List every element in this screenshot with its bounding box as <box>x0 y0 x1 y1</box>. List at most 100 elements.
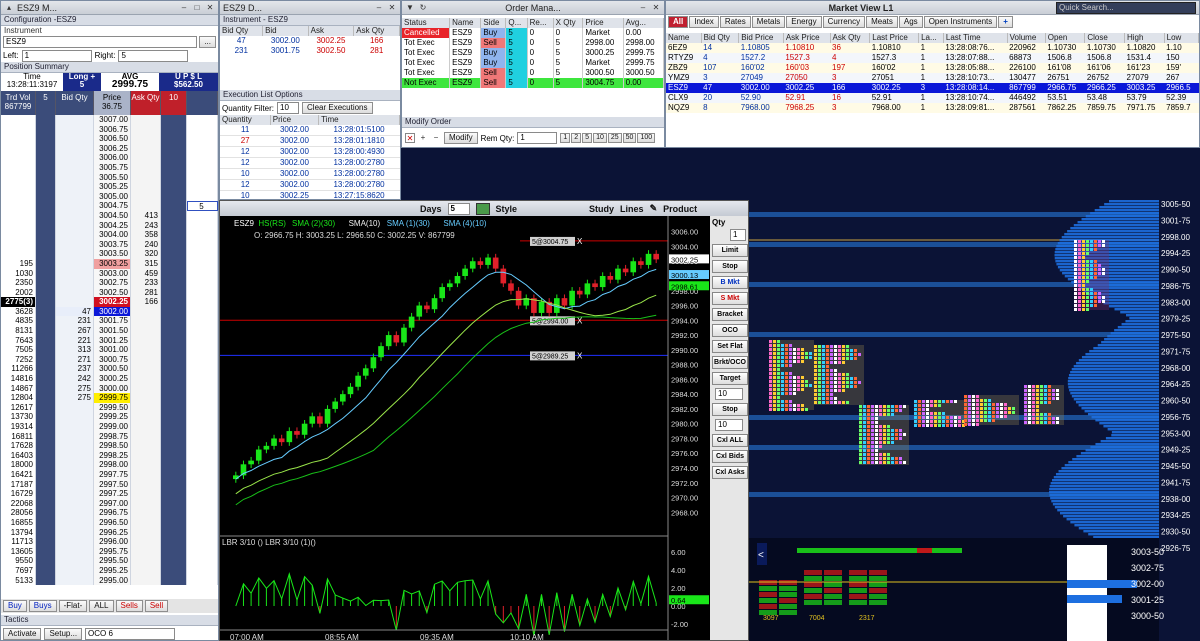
candle-body[interactable] <box>439 287 445 299</box>
ladder-right-cell[interactable] <box>161 460 187 470</box>
side-order-button[interactable]: S Mkt <box>712 292 748 305</box>
ladder-ask-cell[interactable] <box>131 412 161 422</box>
candle-body[interactable] <box>378 346 384 358</box>
ladder-left-cell[interactable] <box>36 115 56 125</box>
candle-body[interactable] <box>508 283 514 291</box>
ladder-row[interactable]: 3004.25 243 <box>1 220 218 231</box>
ladder-ask-cell[interactable] <box>131 498 161 509</box>
ladder-ask-cell[interactable] <box>131 575 161 585</box>
candle-body[interactable] <box>408 316 415 328</box>
ladder-right-cell[interactable] <box>161 498 187 509</box>
ladder-ask-cell[interactable] <box>131 316 161 327</box>
quick-search-input[interactable]: Quick Search... <box>1056 1 1196 14</box>
ladder-ask-cell[interactable] <box>131 345 161 355</box>
ladder-bid-cell[interactable]: 271 <box>56 354 94 365</box>
ladder-left-cell[interactable] <box>36 278 56 288</box>
candle-body[interactable] <box>294 431 300 435</box>
candle-body[interactable] <box>416 305 423 317</box>
target-ticks-input[interactable]: 10 <box>715 388 743 400</box>
ladder-order-cell[interactable] <box>187 124 218 135</box>
ladder-left-cell[interactable] <box>36 143 56 154</box>
close-icon[interactable]: ✕ <box>651 3 661 13</box>
side-order-button[interactable]: Brkt/OCO <box>712 356 748 369</box>
ladder-row[interactable]: 11713 2996.00 <box>1 537 218 547</box>
ladder-right-cell[interactable] <box>161 354 187 365</box>
ladder-order-cell[interactable] <box>187 210 218 221</box>
candle-body[interactable] <box>431 298 438 310</box>
market-row[interactable]: CLX9 20 52.90 52.91 16 52.91 1 13:28:10:74... 44… <box>666 93 1199 103</box>
candle-body[interactable] <box>454 276 461 284</box>
instrument-section[interactable]: Instrument - ESZ9 <box>220 15 400 26</box>
ladder-right-cell[interactable] <box>161 182 187 192</box>
candle-body[interactable] <box>286 431 293 443</box>
ladder-ask-cell[interactable] <box>131 383 161 394</box>
ladder-ask-cell[interactable] <box>131 134 161 144</box>
ladder-bid-cell[interactable] <box>56 191 94 202</box>
ladder-left-cell[interactable] <box>36 230 56 240</box>
ladder-order-cell[interactable] <box>187 297 218 307</box>
ladder-bid-cell[interactable] <box>56 162 94 173</box>
ladder-right-cell[interactable] <box>161 249 187 259</box>
ladder-order-cell[interactable] <box>187 460 218 470</box>
ladder-row[interactable]: 3005.25 <box>1 182 218 192</box>
ladder-bid-cell[interactable]: 275 <box>56 393 94 403</box>
ladder-row[interactable]: 3006.50 <box>1 134 218 144</box>
ladder-right-cell[interactable] <box>161 162 187 173</box>
side-qty-input[interactable]: 1 <box>730 229 746 241</box>
ladder-bid-cell[interactable] <box>56 258 94 269</box>
ladder-order-cell[interactable] <box>187 402 218 413</box>
ladder-ask-cell[interactable] <box>131 306 161 317</box>
config-section[interactable]: Configuration -ESZ9 <box>1 15 218 26</box>
instrument-titlebar[interactable]: ESZ9 D... – ✕ <box>220 1 400 15</box>
ladder-row[interactable]: 3004.75 5 <box>1 201 218 211</box>
tactics-section[interactable]: Tactics <box>1 615 218 626</box>
qty-preset-button[interactable]: 2 <box>571 133 582 143</box>
ladder-bid-cell[interactable] <box>56 479 94 490</box>
ladder-order-cell[interactable] <box>187 220 218 231</box>
ladder-right-cell[interactable] <box>161 306 187 317</box>
ladder-bid-cell[interactable] <box>56 249 94 259</box>
candle-body[interactable] <box>630 261 637 273</box>
ladder-order-cell[interactable] <box>187 278 218 288</box>
ladder-ask-cell[interactable]: 413 <box>131 210 161 221</box>
ladder-order-cell[interactable] <box>187 556 218 566</box>
market-view-titlebar[interactable]: Market View L1 Quick Search... <box>666 1 1199 15</box>
days-select[interactable]: 5 <box>447 202 470 215</box>
candle-body[interactable] <box>263 445 270 450</box>
right-qty-header[interactable]: 10 <box>161 91 187 115</box>
ladder-ask-cell[interactable] <box>131 374 161 384</box>
ladder-order-cell[interactable] <box>187 546 218 557</box>
ladder-row[interactable]: 19314 2999.00 <box>1 422 218 432</box>
ladder-left-cell[interactable] <box>36 326 56 336</box>
ladder-bid-cell[interactable] <box>56 422 94 432</box>
ladder-bid-cell[interactable] <box>56 441 94 451</box>
ladder-bid-cell[interactable] <box>56 297 94 307</box>
candle-body[interactable] <box>599 276 606 288</box>
order-label-top[interactable]: 5@3004.75 <box>532 239 568 246</box>
ladder-ask-cell[interactable] <box>131 422 161 432</box>
order-header[interactable]: Avg... <box>623 18 664 28</box>
order-row[interactable]: Tot Exec ESZ9 Buy 5 0 5 Market 2999.75 <box>402 58 664 68</box>
ladder-order-cell[interactable] <box>187 182 218 192</box>
ladder-row[interactable]: 14816 242 3000.25 <box>1 374 218 384</box>
ladder-right-cell[interactable] <box>161 326 187 336</box>
market-header[interactable]: Ask Qty <box>830 33 871 43</box>
ladder-ask-cell[interactable]: 315 <box>131 258 161 269</box>
ladder-ask-cell[interactable]: 320 <box>131 249 161 259</box>
ladder-right-cell[interactable] <box>161 316 187 327</box>
ladder-order-cell[interactable] <box>187 326 218 336</box>
ladder-row[interactable]: 17628 2998.50 <box>1 441 218 451</box>
candle-body[interactable] <box>255 449 262 461</box>
add-tab-icon[interactable]: + <box>998 16 1013 28</box>
ladder-bid-cell[interactable] <box>56 210 94 221</box>
order-header[interactable]: Side <box>480 18 507 28</box>
ladder-ask-cell[interactable]: 166 <box>131 297 161 307</box>
ladder-left-cell[interactable] <box>36 508 56 518</box>
side-order-button[interactable]: Set Flat <box>712 340 748 353</box>
ladder-right-cell[interactable] <box>161 278 187 288</box>
ladder-left-cell[interactable] <box>36 374 56 384</box>
product-menu[interactable]: Product <box>663 204 697 214</box>
left-input[interactable]: 1 <box>21 49 92 62</box>
ladder-left-cell[interactable] <box>36 565 56 576</box>
ladder-right-cell[interactable] <box>161 508 187 518</box>
